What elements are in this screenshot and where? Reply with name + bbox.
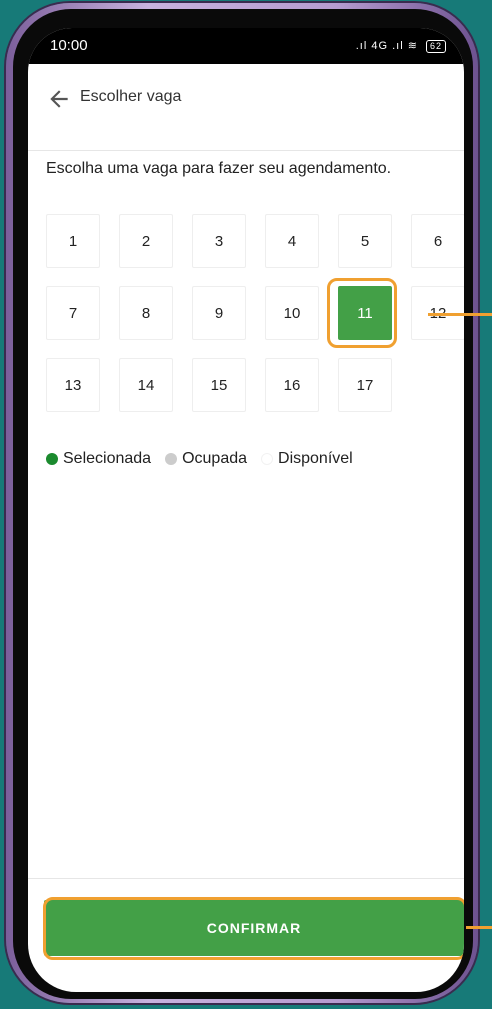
slot-4[interactable]: 4 [265,214,319,268]
slot-14[interactable]: 14 [119,358,173,412]
legend: Selecionada Ocupada Disponível [46,450,367,468]
slot-17[interactable]: 17 [338,358,392,412]
arrow-left-icon[interactable] [46,86,72,112]
status-time: 10:00 [50,37,88,54]
legend-available: Disponível [261,450,353,468]
callout-line-slot [428,313,492,316]
status-icons: .ıl 4G .ıl ≋ 62 [356,39,446,53]
slot-8[interactable]: 8 [119,286,173,340]
battery-icon: 62 [425,40,446,53]
slot-15[interactable]: 15 [192,358,246,412]
available-dot-icon [261,453,274,465]
slot-9[interactable]: 9 [192,286,246,340]
slot-13[interactable]: 13 [46,358,100,412]
selected-slot-highlight [327,278,397,348]
legend-selected-label: Selecionada [63,450,152,467]
slot-3[interactable]: 3 [192,214,246,268]
slot-6[interactable]: 6 [411,214,464,268]
slot-10[interactable]: 10 [265,286,319,340]
legend-available-label: Disponível [278,450,353,467]
occupied-dot-icon [165,453,178,465]
signal-icon: .ıl 4G .ıl [355,40,404,52]
slot-1[interactable]: 1 [46,214,100,268]
instruction-text: Escolha uma vaga para fazer seu agendame… [46,160,392,177]
divider [28,878,464,879]
selected-dot-icon [46,453,58,465]
app-bar: Escolher vaga [28,64,464,151]
legend-occupied-label: Ocupada [182,450,248,467]
slot-5[interactable]: 5 [338,214,392,268]
legend-occupied: Ocupada [165,450,247,468]
slot-7[interactable]: 7 [46,286,100,340]
legend-selected: Selecionada [46,450,151,468]
callout-line-confirm [466,926,492,929]
page-title: Escolher vaga [80,88,182,105]
wifi-icon: ≋ [407,40,418,52]
app-screen: 10:00 .ıl 4G .ıl ≋ 62 Escolher vaga Esco… [28,28,464,992]
slot-2[interactable]: 2 [119,214,173,268]
status-bar: 10:00 .ıl 4G .ıl ≋ 62 [28,28,464,64]
slot-16[interactable]: 16 [265,358,319,412]
confirm-button-highlight [43,897,464,960]
